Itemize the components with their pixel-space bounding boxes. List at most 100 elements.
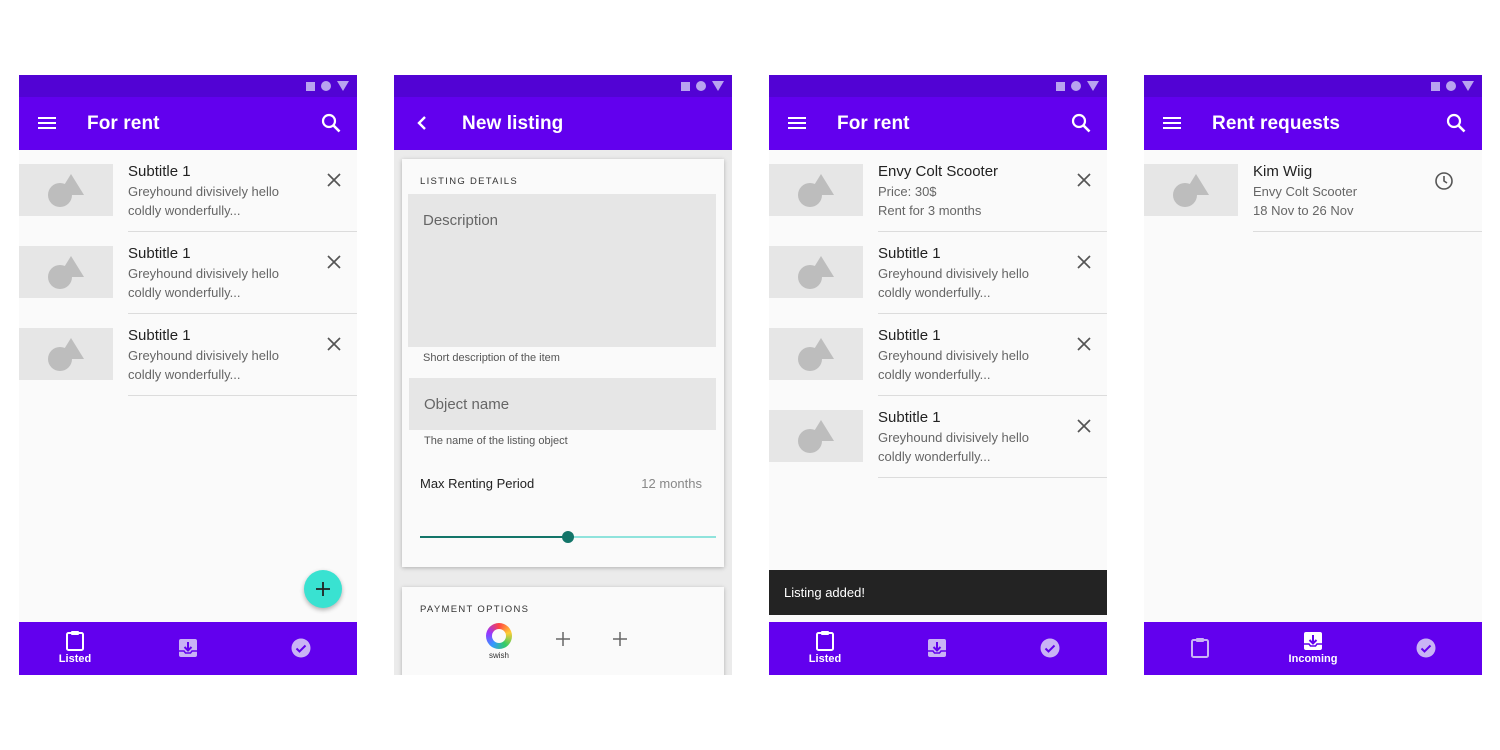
close-icon[interactable] <box>1075 253 1093 271</box>
item-line-1: Greyhound divisively hello <box>128 266 280 281</box>
bottom-navigation: Listed <box>19 622 357 675</box>
close-icon[interactable] <box>1075 335 1093 353</box>
nav-completed[interactable] <box>1000 622 1100 675</box>
menu-icon[interactable] <box>1160 111 1184 135</box>
listing-list: Subtitle 1 Greyhound divisively hello co… <box>19 150 357 396</box>
check-circle-icon <box>1416 638 1436 658</box>
inbox-icon <box>928 639 946 657</box>
nav-incoming[interactable]: Incoming <box>1263 622 1363 675</box>
status-square-icon <box>681 81 690 91</box>
nav-incoming[interactable] <box>138 622 238 675</box>
status-bar <box>19 75 357 97</box>
list-item[interactable]: Subtitle 1 Greyhound divisively hello co… <box>769 232 1107 314</box>
list-item[interactable]: Subtitle 1 Greyhound divisively hello co… <box>19 314 357 396</box>
menu-icon[interactable] <box>785 111 809 135</box>
swish-logo-icon <box>486 623 512 649</box>
object-name-field[interactable]: Object name <box>409 378 716 430</box>
item-line-1: Greyhound divisively hello <box>128 348 280 363</box>
screen-for-rent-added: For rent Envy Colt Scooter Price: 30$ Re… <box>769 75 1107 675</box>
list-item[interactable]: Envy Colt Scooter Price: 30$ Rent for 3 … <box>769 150 1107 232</box>
item-line-2: Rent for 3 months <box>878 203 982 218</box>
nav-label: Incoming <box>1288 653 1338 665</box>
search-icon[interactable] <box>1069 111 1093 135</box>
app-bar-title: Rent requests <box>1212 113 1341 134</box>
nav-listed[interactable]: Listed <box>775 622 875 675</box>
item-line-2: 18 Nov to 26 Nov <box>1253 203 1354 218</box>
listing-list: Envy Colt Scooter Price: 30$ Rent for 3 … <box>769 150 1107 478</box>
nav-completed[interactable] <box>251 622 351 675</box>
check-circle-icon <box>291 638 311 658</box>
list-item[interactable]: Subtitle 1 Greyhound divisively hello co… <box>769 396 1107 478</box>
slider-track-inactive <box>568 536 716 538</box>
app-bar: New listing <box>394 97 732 150</box>
description-field[interactable]: Description <box>408 194 716 347</box>
search-icon[interactable] <box>1444 111 1468 135</box>
item-line-2: coldly wonderfully... <box>128 367 241 382</box>
add-payment-plus-icon[interactable] <box>612 631 628 647</box>
thumbnail-image <box>769 410 863 462</box>
status-triangle-icon <box>337 81 349 91</box>
clipboard-icon <box>816 631 834 651</box>
add-payment-plus-icon[interactable] <box>555 631 571 647</box>
app-bar: For rent <box>19 97 357 150</box>
item-line-1: Price: 30$ <box>878 184 937 199</box>
max-period-value: 12 months <box>641 476 702 491</box>
snackbar: Listing added! <box>769 570 1107 615</box>
item-title: Subtitle 1 <box>128 163 191 180</box>
status-bar <box>1144 75 1482 97</box>
close-icon[interactable] <box>1075 171 1093 189</box>
list-item[interactable]: Subtitle 1 Greyhound divisively hello co… <box>769 314 1107 396</box>
description-helper: Short description of the item <box>423 352 560 364</box>
thumbnail-image <box>769 328 863 380</box>
object-name-placeholder: Object name <box>424 396 510 413</box>
menu-icon[interactable] <box>35 111 59 135</box>
close-icon[interactable] <box>325 253 343 271</box>
max-period-slider[interactable] <box>420 531 716 543</box>
listing-details-heading: LISTING DETAILS <box>420 176 518 187</box>
swish-payment-option[interactable]: swish <box>480 623 518 660</box>
close-icon[interactable] <box>1075 417 1093 435</box>
item-title: Subtitle 1 <box>128 245 191 262</box>
add-listing-fab[interactable] <box>304 570 342 608</box>
status-bar <box>769 75 1107 97</box>
status-square-icon <box>1431 81 1440 91</box>
back-chevron-icon[interactable] <box>410 111 434 135</box>
check-circle-icon <box>1040 638 1060 658</box>
item-title: Subtitle 1 <box>878 327 941 344</box>
search-icon[interactable] <box>319 111 343 135</box>
max-period-label: Max Renting Period <box>420 476 535 491</box>
bottom-navigation: Listed <box>769 622 1107 675</box>
app-bar: Rent requests <box>1144 97 1482 150</box>
close-icon[interactable] <box>325 171 343 189</box>
item-line-1: Greyhound divisively hello <box>128 184 280 199</box>
inbox-icon <box>1304 632 1322 650</box>
clipboard-icon <box>66 631 84 651</box>
thumbnail-image <box>19 246 113 298</box>
thumbnail-image <box>769 164 863 216</box>
thumbnail-image <box>1144 164 1238 216</box>
nav-listed[interactable] <box>1150 622 1250 675</box>
swish-label: swish <box>488 651 509 660</box>
thumbnail-image <box>19 164 113 216</box>
nav-incoming[interactable] <box>887 622 987 675</box>
clipboard-icon <box>1191 638 1209 658</box>
slider-thumb[interactable] <box>562 531 574 543</box>
status-triangle-icon <box>712 81 724 91</box>
nav-listed[interactable]: Listed <box>25 622 125 675</box>
clock-icon[interactable] <box>1434 171 1454 191</box>
close-icon[interactable] <box>325 335 343 353</box>
app-bar: For rent <box>769 97 1107 150</box>
nav-completed[interactable] <box>1376 622 1476 675</box>
list-item[interactable]: Kim Wiig Envy Colt Scooter 18 Nov to 26 … <box>1144 150 1482 232</box>
item-line-2: coldly wonderfully... <box>128 203 241 218</box>
nav-label: Listed <box>58 653 92 665</box>
list-item[interactable]: Subtitle 1 Greyhound divisively hello co… <box>19 232 357 314</box>
thumbnail-image <box>19 328 113 380</box>
request-list: Kim Wiig Envy Colt Scooter 18 Nov to 26 … <box>1144 150 1482 232</box>
list-item[interactable]: Subtitle 1 Greyhound divisively hello co… <box>19 150 357 232</box>
status-triangle-icon <box>1087 81 1099 91</box>
status-circle-icon <box>696 81 706 91</box>
inbox-icon <box>179 639 197 657</box>
status-circle-icon <box>321 81 331 91</box>
payment-options-card: PAYMENT OPTIONS swish <box>402 587 724 675</box>
